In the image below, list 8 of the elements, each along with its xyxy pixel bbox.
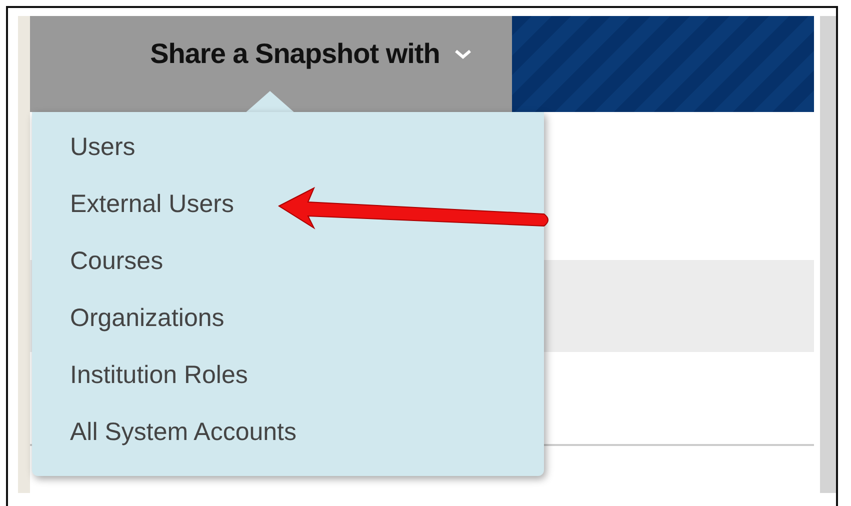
menu-item[interactable]: Courses [70,244,544,278]
menu-item[interactable]: Users [70,130,544,164]
menu-item[interactable]: Institution Roles [70,358,544,392]
menu-item[interactable]: All System Accounts [70,415,544,449]
chevron-down-icon [454,48,472,60]
share-snapshot-button[interactable]: Share a Snapshot with [30,16,512,112]
menu-item[interactable]: Organizations [70,301,544,335]
menu-item[interactable]: External Users [70,187,544,221]
